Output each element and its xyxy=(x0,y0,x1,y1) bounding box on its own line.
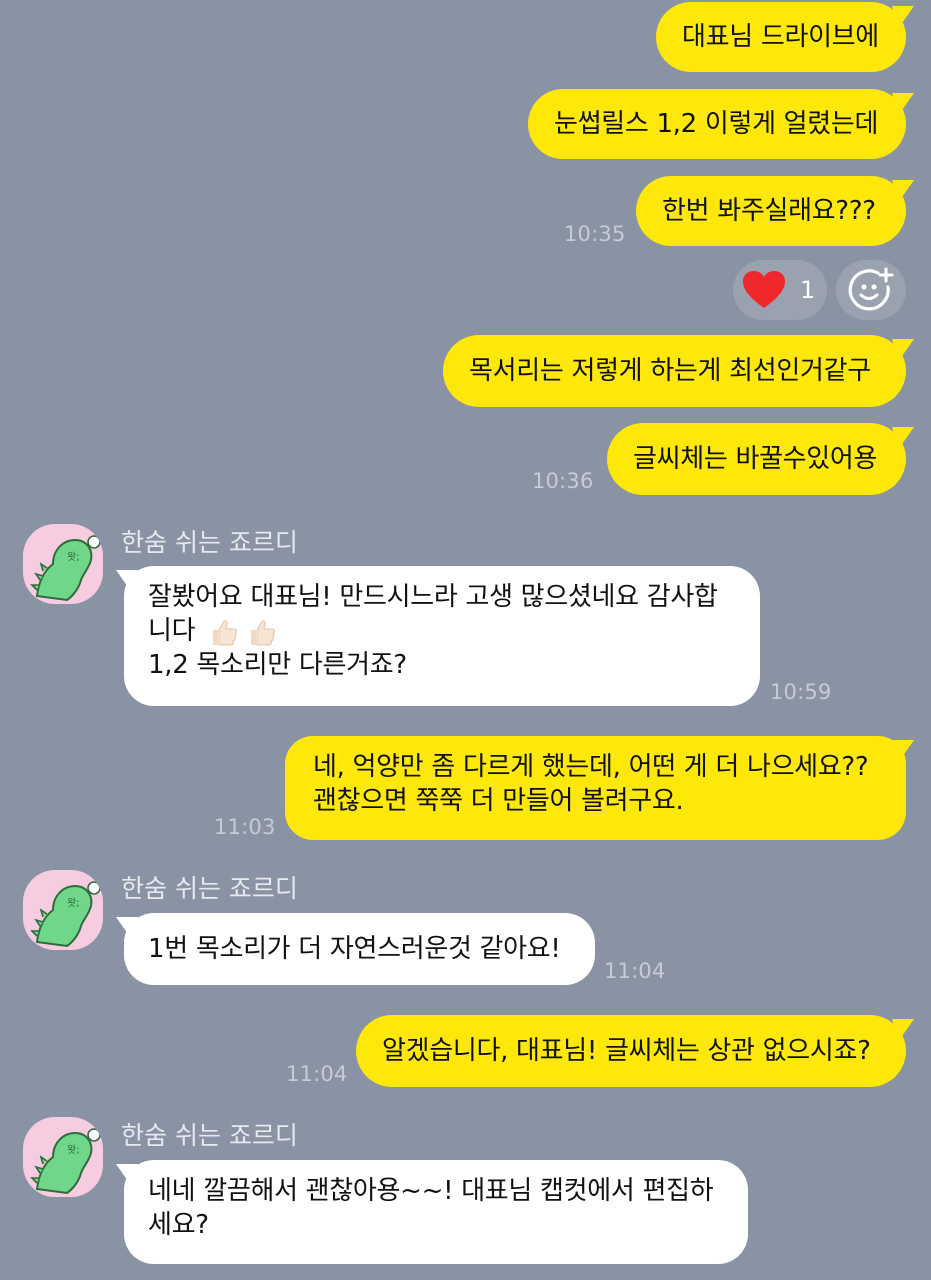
message-bubble-incoming[interactable]: 네네 깔끔해서 괜찮아용~~! 대표님 캡컷에서 편집하 세요? xyxy=(124,1160,748,1264)
message-text: 알겠습니다, 대표님! 글씨체는 상관 없으시죠? xyxy=(382,1036,871,1066)
dinosaur-avatar-icon: 왓; xyxy=(30,535,101,602)
add-reaction-button[interactable] xyxy=(836,260,906,320)
avatar-face-text: 왓; xyxy=(67,551,80,563)
reaction-count: 1 xyxy=(800,276,816,304)
message-text-line: 네, 억양만 좀 다르게 했는데, 어떤 게 더 나으세요?? xyxy=(313,752,869,782)
add-reaction-icon xyxy=(848,267,894,311)
thumbs-up-icon xyxy=(251,619,276,645)
message-text-fragment: 니다 xyxy=(148,616,196,646)
message-bubble-incoming[interactable]: 잘봤어요 대표님! 만드시느라 고생 많으셨네요 감사합 니다 1,2 목소리만… xyxy=(124,566,760,706)
message-text-line: 괜찮으면 쭉쭉 더 만들어 볼려구요. xyxy=(313,786,684,816)
avatar-face-text: 왓; xyxy=(67,1144,80,1156)
message-timestamp: 10:36 xyxy=(532,469,594,493)
message-bubble-outgoing[interactable]: 네, 억양만 좀 다르게 했는데, 어떤 게 더 나으세요?? 괜찮으면 쭉쭉 … xyxy=(285,736,906,840)
message-text: 목서리는 저렇게 하는게 최선인거같구 xyxy=(469,356,871,386)
message-text-line: 세요? xyxy=(148,1210,209,1240)
message-timestamp: 11:04 xyxy=(604,959,666,983)
message-timestamp: 11:03 xyxy=(214,815,276,839)
heart-icon xyxy=(743,271,785,308)
sender-name: 한숨 쉬는 죠르디 xyxy=(121,528,298,557)
message-bubble-outgoing[interactable]: 알겠습니다, 대표님! 글씨체는 상관 없으시죠? xyxy=(356,1015,906,1087)
message-bubble-outgoing[interactable]: 눈썹릴스 1,2 이렇게 얼렸는데 xyxy=(528,89,906,159)
reaction-heart-button[interactable]: 1 xyxy=(733,260,827,320)
message-text-line: 1,2 목소리만 다른거죠? xyxy=(148,650,407,680)
sender-name: 한숨 쉬는 죠르디 xyxy=(121,874,298,903)
message-timestamp: 10:59 xyxy=(770,680,832,704)
avatar-face-text: 왓; xyxy=(67,897,80,909)
message-timestamp: 11:04 xyxy=(286,1062,348,1086)
message-bubble-outgoing[interactable]: 목서리는 저렇게 하는게 최선인거같구 xyxy=(443,335,906,407)
message-bubble-outgoing[interactable]: 글씨체는 바꿀수있어용 xyxy=(607,423,906,495)
message-text-line: 네네 깔끔해서 괜찮아용~~! 대표님 캡컷에서 편집하 xyxy=(148,1176,714,1206)
message-bubble-outgoing[interactable]: 한번 봐주실래요??? xyxy=(636,176,906,246)
message-bubble-outgoing[interactable]: 대표님 드라이브에 xyxy=(656,2,906,72)
message-bubble-incoming[interactable]: 1번 목소리가 더 자연스러운것 같아요! xyxy=(124,913,595,985)
message-text: 1번 목소리가 더 자연스러운것 같아요! xyxy=(148,934,561,964)
message-text: 글씨체는 바꿀수있어용 xyxy=(633,444,878,474)
dinosaur-avatar-icon: 왓; xyxy=(30,881,101,948)
avatar[interactable]: 왓; xyxy=(23,524,103,604)
message-text: 대표님 드라이브에 xyxy=(682,22,879,52)
sender-name: 한숨 쉬는 죠르디 xyxy=(121,1121,298,1150)
avatar[interactable]: 왓; xyxy=(23,870,103,950)
message-text: 한번 봐주실래요??? xyxy=(662,196,876,226)
message-text-line: 잘봤어요 대표님! 만드시느라 고생 많으셨네요 감사합 xyxy=(148,582,718,612)
avatar[interactable]: 왓; xyxy=(23,1117,103,1197)
dinosaur-avatar-icon: 왓; xyxy=(30,1128,101,1195)
message-timestamp: 10:35 xyxy=(564,222,626,246)
message-text: 눈썹릴스 1,2 이렇게 얼렸는데 xyxy=(554,109,879,139)
thumbs-up-icon xyxy=(213,619,238,645)
message-text-line: 니다 xyxy=(148,614,736,648)
